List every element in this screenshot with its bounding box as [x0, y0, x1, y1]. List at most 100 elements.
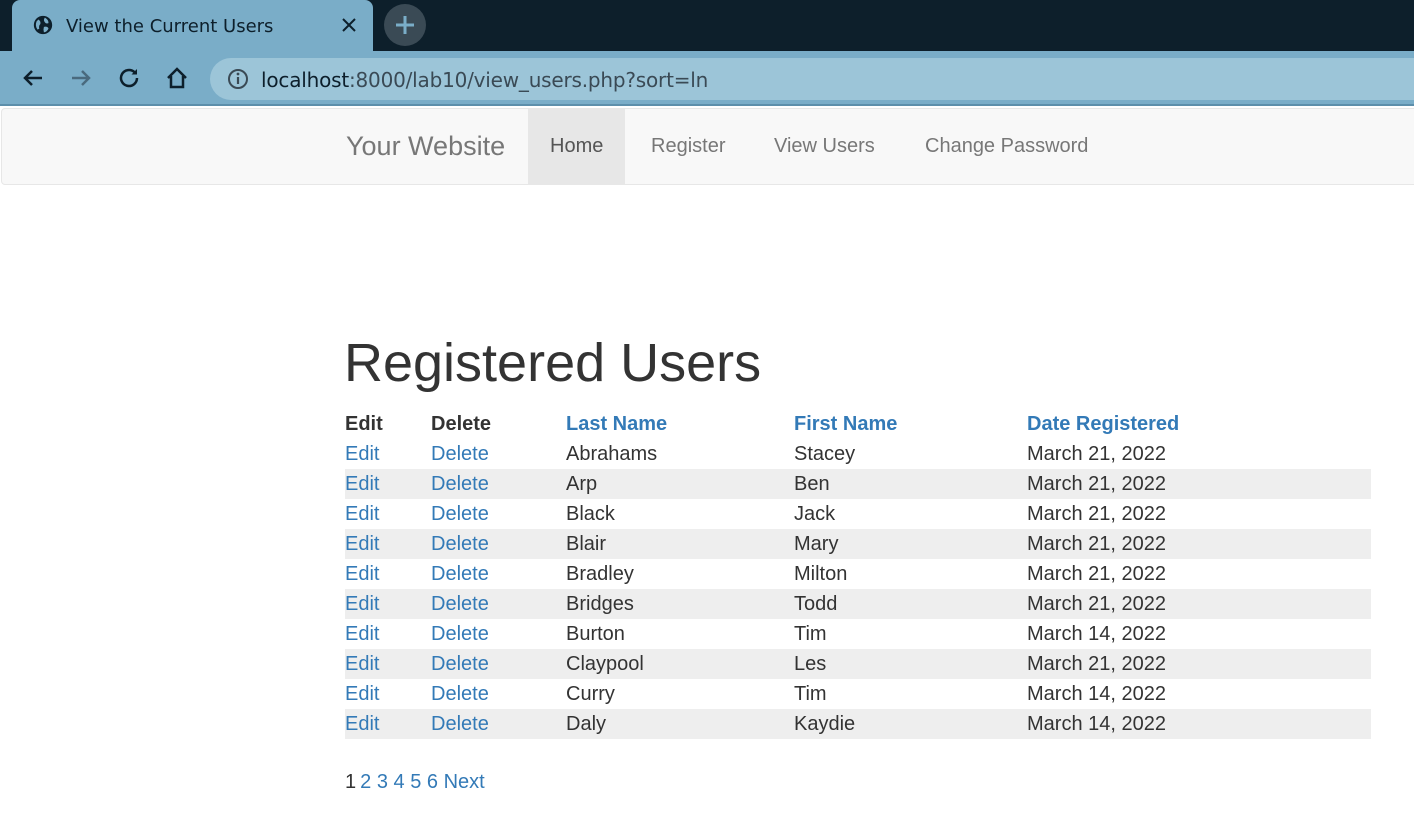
nav-item-label: View Users [774, 135, 875, 157]
browser-tab[interactable]: View the Current Users [12, 0, 373, 51]
edit-link[interactable]: Edit [345, 473, 379, 495]
page-link[interactable]: 5 [410, 771, 421, 793]
page-link[interactable]: 3 [377, 771, 388, 793]
home-button[interactable] [162, 63, 192, 93]
edit-link[interactable]: Edit [345, 443, 379, 465]
nav-item-home[interactable]: Home [528, 109, 626, 184]
last-name-cell: Blair [566, 529, 794, 559]
delete-link[interactable]: Delete [431, 683, 489, 705]
reload-button[interactable] [114, 63, 144, 93]
current-page: 1 [345, 771, 357, 793]
last-name-cell: Burton [566, 622, 625, 645]
page-link[interactable]: 2 [360, 771, 371, 793]
site-navbar: Your Website Home Register View Users Ch… [1, 108, 1414, 185]
table-row: Edit Delete Curry Tim March 14, 2022 [345, 679, 1371, 709]
date-cell: March 21, 2022 [1027, 442, 1166, 465]
first-name-cell: Todd [794, 589, 1027, 619]
date-cell: March 21, 2022 [1027, 502, 1166, 525]
nav-item-register[interactable]: Register [629, 109, 747, 184]
first-name-cell: Kaydie [794, 709, 1027, 739]
sort-date-registered-link[interactable]: Date Registered [1027, 413, 1179, 435]
edit-link[interactable]: Edit [345, 623, 379, 645]
last-name-cell: Daly [566, 709, 794, 739]
date-cell: March 21, 2022 [1027, 589, 1371, 619]
last-name-cell: Bridges [566, 589, 794, 619]
table-row: Edit Delete Bradley Milton March 21, 202… [345, 559, 1371, 589]
last-name-cell: Abrahams [566, 442, 658, 465]
first-name-cell: Ben [794, 469, 1027, 499]
back-arrow-icon [23, 70, 42, 86]
delete-link[interactable]: Delete [431, 503, 489, 525]
edit-link[interactable]: Edit [345, 563, 379, 585]
date-cell: March 21, 2022 [1027, 562, 1166, 585]
date-cell: March 21, 2022 [1027, 529, 1371, 559]
new-tab-button[interactable] [384, 4, 426, 46]
delete-link[interactable]: Delete [431, 563, 489, 585]
delete-link[interactable]: Delete [431, 443, 489, 465]
forward-button[interactable] [66, 63, 96, 93]
table-row: Edit Delete Bridges Todd March 21, 2022 [345, 589, 1371, 619]
delete-link[interactable]: Delete [431, 473, 489, 495]
header-delete: Delete [431, 412, 492, 435]
edit-link[interactable]: Edit [345, 533, 379, 555]
table-header-row: Edit Delete Last Name First Name Date Re… [345, 409, 1371, 439]
sort-first-name-link[interactable]: First Name [794, 413, 897, 435]
edit-link[interactable]: Edit [345, 503, 379, 525]
date-cell: March 14, 2022 [1027, 709, 1371, 739]
header-edit: Edit [345, 412, 383, 435]
last-name-cell: Arp [566, 469, 794, 499]
last-name-cell: Black [566, 502, 615, 525]
url-path: :8000/lab10/view_users.php?sort=ln [348, 68, 709, 92]
first-name-cell: Les [794, 649, 1027, 679]
delete-link[interactable]: Delete [431, 713, 489, 735]
forward-arrow-icon [72, 70, 91, 86]
nav-item-view-users[interactable]: View Users [752, 109, 897, 184]
delete-link[interactable]: Delete [431, 593, 489, 615]
edit-link[interactable]: Edit [345, 653, 379, 675]
date-cell: March 14, 2022 [1027, 622, 1166, 645]
first-name-cell: Tim [794, 622, 827, 645]
address-bar[interactable]: localhost:8000/lab10/view_users.php?sort… [210, 58, 1414, 100]
last-name-cell: Claypool [566, 649, 794, 679]
info-icon[interactable] [226, 67, 250, 91]
page-title: Registered Users [344, 333, 762, 393]
edit-link[interactable]: Edit [345, 593, 379, 615]
edit-link[interactable]: Edit [345, 683, 379, 705]
date-cell: March 21, 2022 [1027, 649, 1371, 679]
first-name-cell: Jack [794, 502, 836, 525]
table-row: Edit Delete Daly Kaydie March 14, 2022 [345, 709, 1371, 739]
browser-toolbar: localhost:8000/lab10/view_users.php?sort… [0, 51, 1414, 106]
page-link[interactable]: 4 [394, 771, 405, 793]
close-icon[interactable] [338, 14, 360, 36]
plus-icon [396, 16, 414, 34]
next-page-link[interactable]: Next [444, 771, 485, 793]
url-text[interactable]: localhost:8000/lab10/view_users.php?sort… [261, 68, 708, 92]
sort-last-name-link[interactable]: Last Name [566, 413, 667, 435]
first-name-cell: Milton [794, 562, 848, 585]
users-table: Edit Delete Last Name First Name Date Re… [345, 409, 1371, 739]
nav-item-change-password[interactable]: Change Password [903, 109, 1110, 184]
last-name-cell: Bradley [566, 562, 634, 585]
back-button[interactable] [18, 63, 48, 93]
url-host: localhost [261, 68, 349, 92]
browser-tabstrip: View the Current Users [0, 0, 1414, 51]
nav-item-label: Register [651, 135, 726, 157]
table-row: Edit Delete Arp Ben March 21, 2022 [345, 469, 1371, 499]
last-name-cell: Curry [566, 682, 615, 705]
edit-link[interactable]: Edit [345, 713, 379, 735]
delete-link[interactable]: Delete [431, 623, 489, 645]
table-row: Edit Delete Black Jack March 21, 2022 [345, 499, 1371, 529]
globe-icon [33, 15, 53, 35]
table-row: Edit Delete Abrahams Stacey March 21, 20… [345, 439, 1371, 469]
page-link[interactable]: 6 [427, 771, 438, 793]
first-name-cell: Stacey [794, 442, 856, 465]
home-icon [167, 67, 187, 89]
nav-item-label: Change Password [925, 135, 1089, 157]
delete-link[interactable]: Delete [431, 533, 489, 555]
delete-link[interactable]: Delete [431, 653, 489, 675]
table-row: Edit Delete Burton Tim March 14, 2022 [345, 619, 1371, 649]
nav-item-label: Home [550, 135, 604, 157]
site-brand[interactable]: Your Website [346, 131, 505, 162]
pagination: 12 3 4 5 6 Next [345, 771, 485, 794]
tab-title: View the Current Users [66, 16, 274, 37]
